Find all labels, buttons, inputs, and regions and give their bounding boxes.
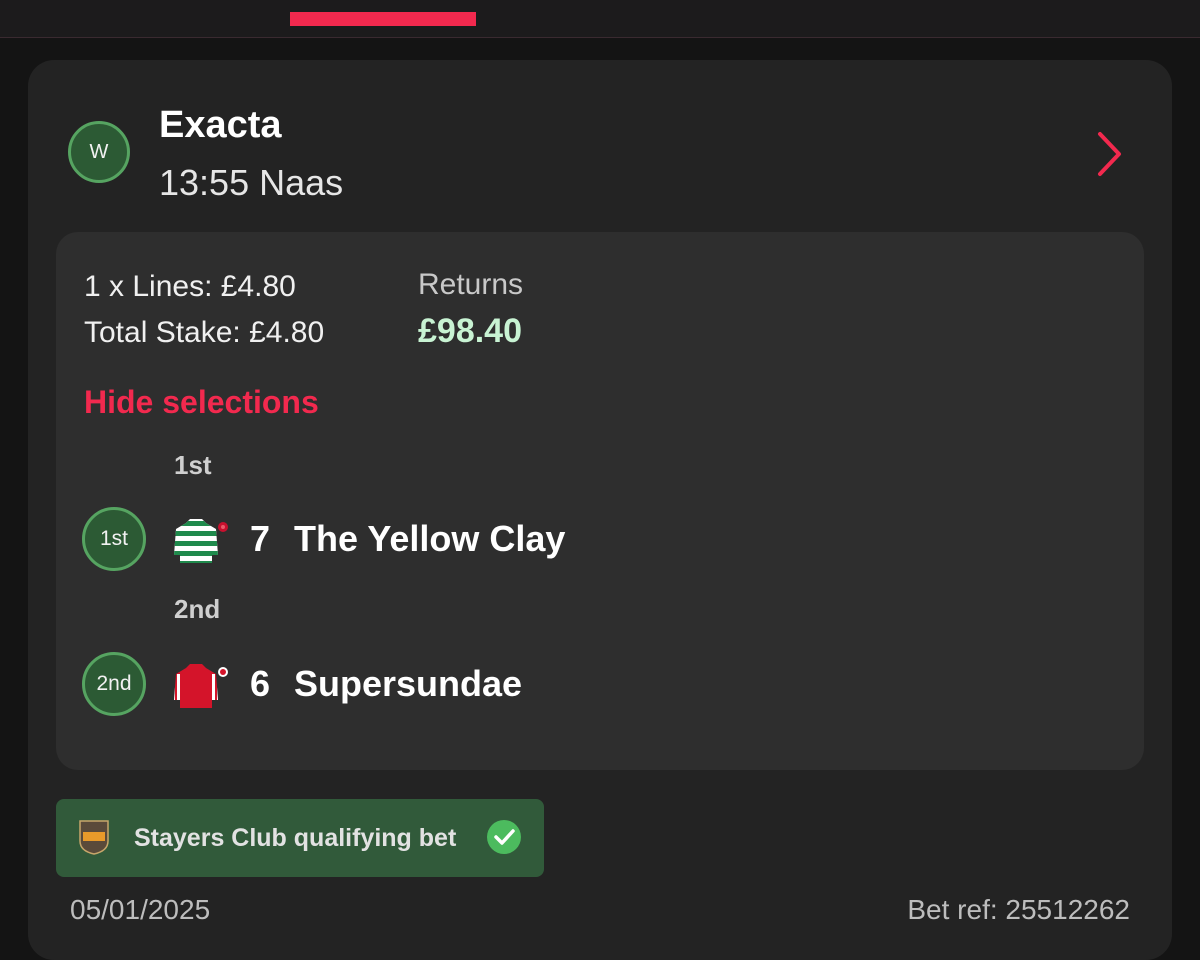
bet-title: Exacta <box>159 104 282 146</box>
position-badge: 1st <box>82 507 146 571</box>
green-check-icon <box>487 820 521 854</box>
runner-number: 7 <box>250 518 271 559</box>
runner-name: The Yellow Clay <box>294 518 566 559</box>
position-badge: 2nd <box>82 652 146 716</box>
stayers-club-shield-icon <box>79 820 109 855</box>
green-white-hooped-silks-icon <box>174 519 228 563</box>
runner-name: Supersundae <box>294 663 523 704</box>
total-stake-text: Total Stake: £4.80 <box>84 316 325 349</box>
status-badge: W <box>68 121 130 183</box>
selection-position-label: 2nd <box>174 594 221 624</box>
bet-reference: Bet ref: 25512262 <box>907 894 1130 925</box>
race-time-venue: 13:55 Naas <box>159 162 344 203</box>
chevron-right-icon[interactable] <box>1094 130 1124 178</box>
top-tab-bar <box>0 0 1200 38</box>
returns-value: £98.40 <box>418 312 522 350</box>
bet-details-panel: 1 x Lines: £4.80 Total Stake: £4.80 Retu… <box>56 232 1144 770</box>
lines-text: 1 x Lines: £4.80 <box>84 270 296 303</box>
hide-selections-link[interactable]: Hide selections <box>84 384 319 421</box>
runner-number: 6 <box>250 663 271 704</box>
bet-card[interactable]: W Exacta 13:55 Naas 1 x Lines: £4.80 Tot… <box>28 60 1172 960</box>
bet-date: 05/01/2025 <box>70 894 211 925</box>
active-tab-indicator <box>290 12 476 26</box>
club-qualifying-text: Stayers Club qualifying bet <box>134 824 457 852</box>
stayers-club-banner[interactable]: Stayers Club qualifying bet <box>56 799 544 877</box>
red-white-striped-silks-icon <box>174 664 228 708</box>
returns-label: Returns <box>418 268 524 301</box>
selection-position-label: 1st <box>174 450 212 480</box>
